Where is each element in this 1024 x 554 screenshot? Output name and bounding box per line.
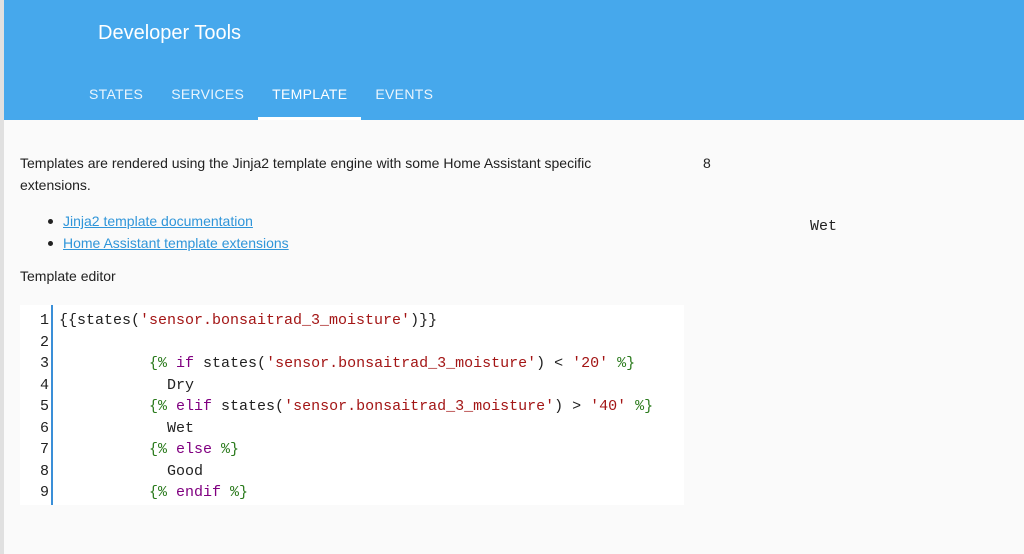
code-line: Good xyxy=(59,461,653,483)
code-token: 'sensor.bonsaitrad_3_moisture' xyxy=(140,312,411,329)
code-token: {% xyxy=(149,484,168,501)
line-number: 5 xyxy=(39,398,49,415)
gutter-divider xyxy=(51,305,53,505)
list-item: Jinja2 template documentation xyxy=(48,210,289,232)
code-area[interactable]: {{states('sensor.bonsaitrad_3_moisture')… xyxy=(59,310,653,504)
tab-services[interactable]: SERVICES xyxy=(157,72,258,120)
line-number: 2 xyxy=(39,333,49,351)
code-token: elif xyxy=(167,398,213,415)
code-line: {% elif states('sensor.bonsaitrad_3_mois… xyxy=(59,396,653,418)
jinja2-docs-link[interactable]: Jinja2 template documentation xyxy=(63,213,253,229)
code-line: {{states('sensor.bonsaitrad_3_moisture')… xyxy=(59,310,653,332)
line-number: 7 xyxy=(39,441,49,458)
code-line: ​ xyxy=(59,332,653,354)
app-header: Developer Tools STATES SERVICES TEMPLATE… xyxy=(4,0,1024,120)
tab-bar: STATES SERVICES TEMPLATE EVENTS xyxy=(75,72,447,120)
code-token: 'sensor.bonsaitrad_3_moisture' xyxy=(266,355,537,372)
code-token: ) < xyxy=(536,355,573,372)
tab-events[interactable]: EVENTS xyxy=(361,72,447,120)
code-token: Dry xyxy=(59,376,195,394)
line-number: 9 xyxy=(39,484,49,501)
code-token: {% xyxy=(149,355,168,372)
code-line: {% if states('sensor.bonsaitrad_3_moistu… xyxy=(59,353,653,375)
code-token: ) > xyxy=(554,398,591,415)
code-token: {{states( xyxy=(59,312,141,329)
code-token: else xyxy=(167,441,213,458)
line-number: 8 xyxy=(39,462,49,480)
rendered-result-text: Wet xyxy=(810,218,838,235)
code-token: {% xyxy=(149,398,168,415)
code-token: %} xyxy=(221,484,249,501)
code-line: {% endif %} xyxy=(59,482,653,504)
line-number: 6 xyxy=(39,419,49,437)
code-token: %} xyxy=(212,441,240,458)
tab-template[interactable]: TEMPLATE xyxy=(258,72,362,120)
line-number: 4 xyxy=(39,376,49,394)
ha-template-extensions-link[interactable]: Home Assistant template extensions xyxy=(63,235,289,251)
code-line: Dry xyxy=(59,375,653,397)
code-token: Good xyxy=(59,462,204,480)
code-token: %} xyxy=(608,355,636,372)
page-title: Developer Tools xyxy=(98,22,242,44)
line-number-gutter: 1 2 3 4 5 6 7 8 9 xyxy=(20,310,49,504)
code-token: '20' xyxy=(572,355,609,372)
list-item: Home Assistant template extensions xyxy=(48,232,289,254)
code-token: '40' xyxy=(590,398,627,415)
code-token: states( xyxy=(212,398,285,415)
code-line: {% else %} xyxy=(59,439,653,461)
template-editor[interactable]: 123456789 {{states('sensor.bonsaitrad_3_… xyxy=(20,305,684,505)
tab-states[interactable]: STATES xyxy=(75,72,157,120)
rendered-result-number: 8 xyxy=(703,155,711,171)
code-token: if xyxy=(167,355,195,372)
code-token: endif xyxy=(167,484,222,501)
intro-text: Templates are rendered using the Jinja2 … xyxy=(20,155,592,193)
code-token: states( xyxy=(194,355,267,372)
template-editor-label: Template editor xyxy=(20,268,116,284)
code-token: Wet xyxy=(59,419,195,437)
line-number: 1 xyxy=(39,312,49,329)
code-token: %} xyxy=(626,398,654,415)
line-number: 3 xyxy=(39,355,49,372)
code-token: 'sensor.bonsaitrad_3_moisture' xyxy=(284,398,555,415)
code-token: {% xyxy=(149,441,168,458)
code-line: Wet xyxy=(59,418,653,440)
code-token: )}} xyxy=(410,312,438,329)
doc-links-list: Jinja2 template documentation Home Assis… xyxy=(20,210,289,254)
